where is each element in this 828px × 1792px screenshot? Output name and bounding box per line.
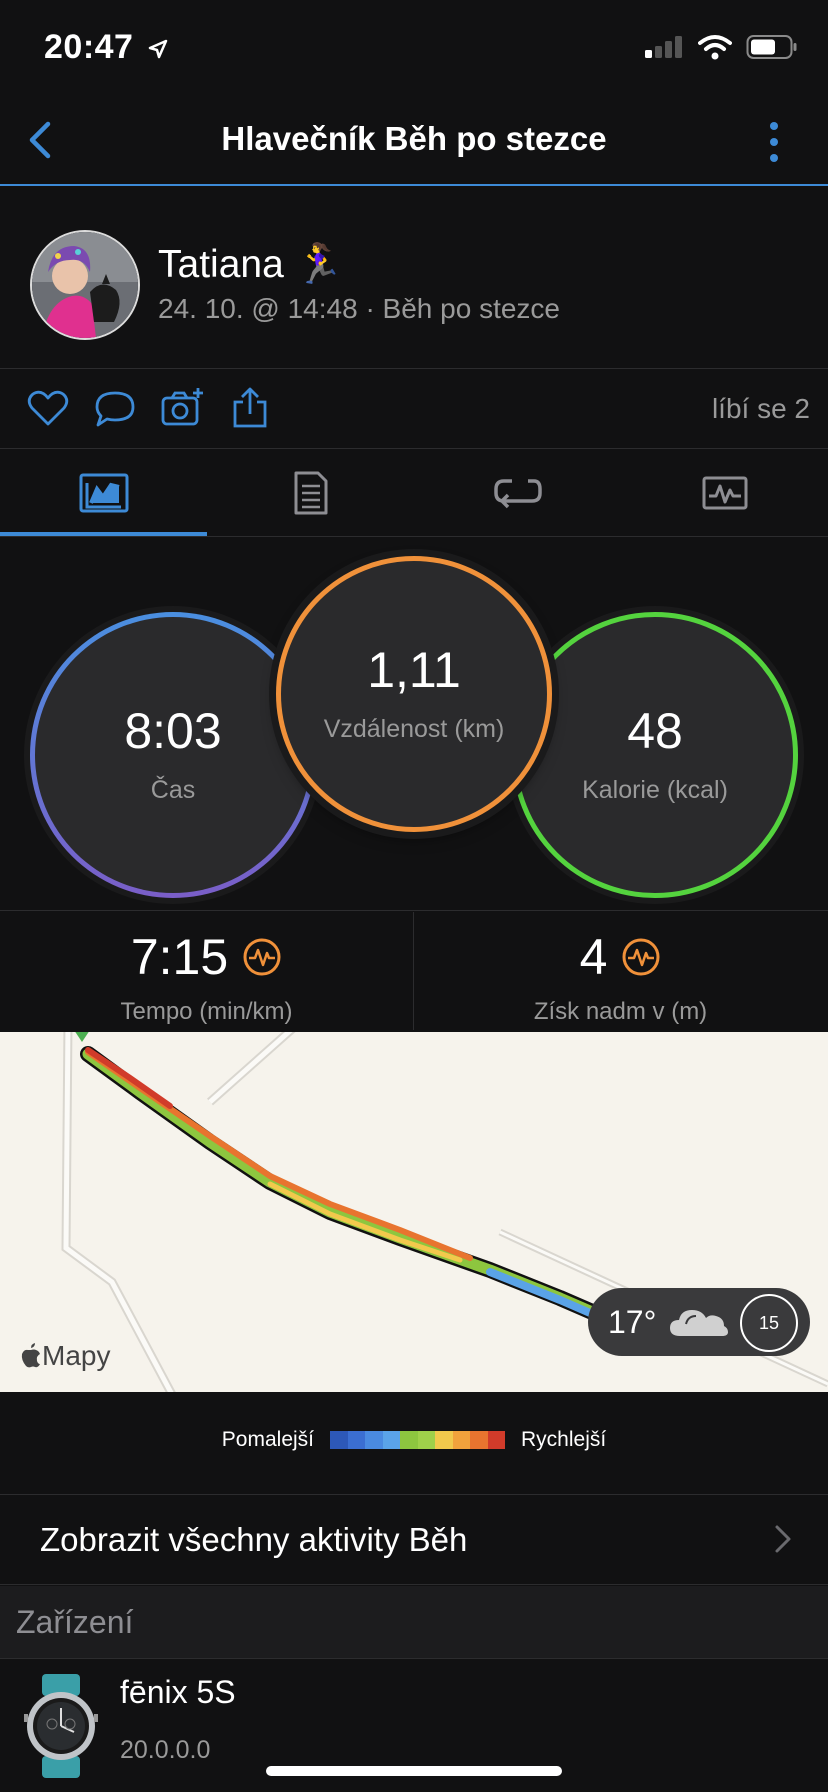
wifi-icon: [698, 35, 732, 60]
calories-label: Kalorie (kcal): [582, 775, 728, 804]
activity-date-type: 24. 10. @ 14:48 · Běh po stezce: [158, 293, 561, 324]
avatar[interactable]: [30, 230, 140, 340]
legend-color-swatch: [382, 1431, 400, 1449]
tab-laps[interactable]: [414, 450, 621, 536]
legend-color-swatch: [365, 1431, 383, 1449]
pace-metric[interactable]: 7:15 Tempo (min/km): [0, 912, 413, 1030]
legend-color-swatch: [487, 1431, 505, 1449]
legend-color-swatch: [435, 1431, 453, 1449]
distance-value: 1,11: [367, 641, 461, 698]
status-time: 20:47: [44, 28, 169, 67]
divider: [0, 910, 828, 911]
ascent-value: 4: [579, 929, 608, 985]
activity-pulse-icon: [622, 938, 660, 976]
charts-icon: [702, 476, 747, 510]
comment-icon[interactable]: [93, 386, 137, 430]
ascent-metric[interactable]: 4 Získ nadm v (m): [414, 912, 827, 1030]
legend-color-swatch: [347, 1431, 365, 1449]
route-map[interactable]: Mapy 17° 15: [0, 1032, 828, 1392]
divider: [0, 448, 828, 449]
calories-value: 48: [627, 702, 683, 759]
apple-logo-icon: [21, 1343, 40, 1368]
divider: [0, 1584, 828, 1585]
tab-charts[interactable]: [621, 450, 828, 536]
share-icon[interactable]: [228, 386, 272, 430]
divider: [0, 1494, 828, 1495]
speed-legend: Pomalejší Rychlejší: [0, 1428, 828, 1452]
ascent-label: Získ nadm v (m): [533, 998, 708, 1025]
map-attribution[interactable]: Mapy: [20, 1340, 110, 1372]
device-name[interactable]: fēnix 5S: [120, 1674, 236, 1711]
heart-icon[interactable]: [26, 386, 70, 430]
home-indicator: [266, 1766, 562, 1776]
avatar-photo: [32, 232, 138, 338]
weather-pill[interactable]: 17° 15: [588, 1288, 810, 1356]
more-vertical-icon[interactable]: [766, 120, 782, 164]
wind-indicator: 15: [740, 1294, 798, 1352]
distance-label: Vzdálenost (km): [323, 714, 505, 743]
page-title: Hlavečník Běh po stezce: [221, 120, 607, 157]
legend-color-swatch: [417, 1431, 435, 1449]
user-name[interactable]: Tatiana 🏃‍♀️: [158, 241, 343, 287]
pace-value: 7:15: [130, 929, 229, 985]
all-activities-label: Zobrazit všechny aktivity Běh: [40, 1521, 468, 1558]
camera-add-icon[interactable]: [160, 386, 204, 430]
location-arrow-icon: [149, 39, 168, 59]
pace-label: Tempo (min/km): [120, 998, 293, 1025]
likes-count[interactable]: líbí se 2: [712, 393, 810, 425]
weather-temperature: 17°: [608, 1303, 657, 1340]
navigation-bar: Hlavečník Běh po stezce: [0, 96, 828, 186]
legend-color-swatch: [452, 1431, 470, 1449]
legend-color-swatch: [330, 1431, 348, 1449]
legend-color-swatch: [470, 1431, 488, 1449]
tab-stats[interactable]: [0, 450, 207, 536]
chevron-right-icon: [775, 1525, 791, 1553]
distance-ring[interactable]: 1,11 Vzdálenost (km): [276, 556, 552, 832]
calories-ring[interactable]: 48 Kalorie (kcal): [512, 612, 798, 898]
divider: [0, 536, 828, 537]
divider: [0, 1658, 828, 1659]
legend-slow-label: Pomalejší: [221, 1428, 314, 1451]
all-activities-link[interactable]: Zobrazit všechny aktivity Běh: [0, 1496, 828, 1584]
activity-pulse-icon: [243, 938, 281, 976]
legend-color-swatch: [400, 1431, 418, 1449]
cellular-signal-icon: [645, 36, 682, 58]
status-indicators: [644, 34, 798, 60]
details-icon: [294, 471, 327, 515]
time-label: Čas: [150, 775, 196, 804]
stats-icon: [79, 473, 128, 513]
laps-icon: [493, 479, 542, 509]
device-version: 20.0.0.0: [120, 1736, 211, 1764]
watch-device-icon: [24, 1674, 98, 1778]
cloud-icon: [670, 1310, 729, 1336]
battery-icon: [746, 35, 797, 59]
legend-gradient: [330, 1431, 505, 1449]
time-ring[interactable]: 8:03 Čas: [30, 612, 316, 898]
time-value: 8:03: [124, 702, 222, 759]
legend-fast-label: Rychlejší: [521, 1428, 607, 1451]
divider: [0, 368, 828, 369]
device-section-header: Zařízení: [0, 1586, 828, 1658]
tab-details[interactable]: [207, 450, 414, 536]
